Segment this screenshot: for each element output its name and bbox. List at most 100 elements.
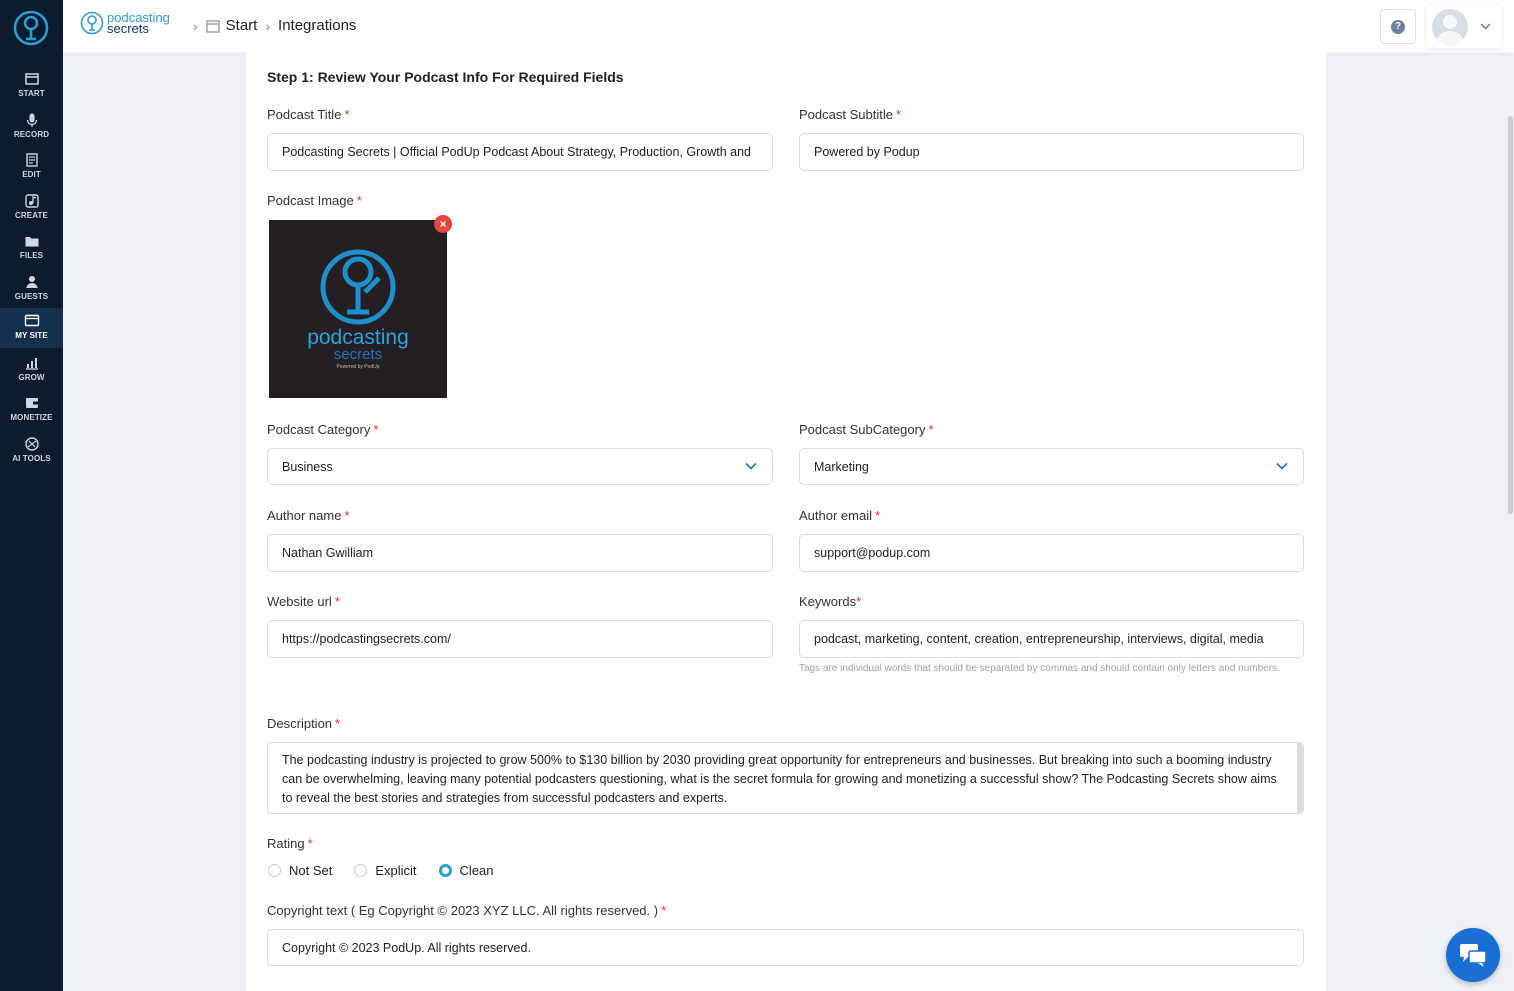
textarea-value: The podcasting industry is projected to … bbox=[282, 753, 1277, 805]
input-value: podcast, marketing, content, creation, e… bbox=[814, 632, 1264, 646]
sidebar-item-record[interactable]: RECORD bbox=[0, 107, 63, 147]
sidebar-item-label: EDIT bbox=[22, 170, 41, 179]
podcast-subtitle-label: Podcast Subtitle * bbox=[799, 107, 901, 122]
author-email-label: Author email * bbox=[799, 508, 880, 523]
help-button[interactable]: ? bbox=[1380, 9, 1416, 44]
author-email-input[interactable]: support@podup.com bbox=[799, 534, 1304, 572]
author-name-input[interactable]: Nathan Gwilliam bbox=[267, 534, 773, 572]
textarea-scrollbar[interactable] bbox=[1297, 743, 1303, 813]
podup-logo-icon[interactable] bbox=[12, 9, 50, 47]
input-value: Podcasting Secrets | Official PodUp Podc… bbox=[282, 145, 752, 159]
copyright-label: Copyright text ( Eg Copyright © 2023 XYZ… bbox=[267, 903, 666, 918]
cover-tagline: Powered by PodUp bbox=[336, 364, 379, 370]
website-url-input[interactable]: https://podcastingsecrets.com/ bbox=[267, 620, 773, 658]
required-mark: * bbox=[356, 193, 362, 208]
chat-icon bbox=[1460, 944, 1487, 967]
radio-circle-checked-icon bbox=[438, 864, 452, 877]
sidebar-item-create[interactable]: CREATE bbox=[0, 188, 63, 228]
sidebar-item-edit[interactable]: EDIT bbox=[0, 147, 63, 187]
label-text: Podcast Image bbox=[267, 193, 354, 208]
label-text: Podcast SubCategory bbox=[799, 422, 926, 437]
rating-radio-group: Not Set Explicit Clean bbox=[268, 863, 516, 878]
sidebar-item-grow[interactable]: GROW bbox=[0, 350, 63, 390]
rating-not-set-radio[interactable]: Not Set bbox=[268, 863, 332, 878]
podcast-category-select[interactable]: Business bbox=[267, 448, 773, 485]
chevron-down-icon bbox=[745, 462, 757, 470]
required-mark: * bbox=[928, 422, 934, 437]
radio-label: Explicit bbox=[375, 863, 417, 878]
input-value: support@podup.com bbox=[814, 546, 931, 560]
page-scrollbar[interactable] bbox=[1508, 116, 1513, 514]
breadcrumb: › Start › Integrations bbox=[185, 17, 356, 34]
podcast-subcategory-select[interactable]: Marketing bbox=[799, 448, 1304, 485]
label-text: Author email bbox=[799, 508, 872, 523]
site-icon bbox=[24, 314, 39, 327]
required-mark: * bbox=[895, 107, 902, 122]
monetize-icon bbox=[25, 398, 38, 408]
podcast-image-label: Podcast Image * bbox=[267, 193, 362, 208]
radio-circle-icon bbox=[268, 864, 281, 877]
podcast-title-input[interactable]: Podcasting Secrets | Official PodUp Podc… bbox=[267, 133, 773, 171]
avatar bbox=[1432, 8, 1468, 45]
sidebar-item-my-site[interactable]: MY SITE bbox=[0, 308, 63, 348]
keywords-input[interactable]: podcast, marketing, content, creation, e… bbox=[799, 620, 1304, 658]
breadcrumb-integrations: Integrations bbox=[278, 17, 357, 34]
guests-icon bbox=[26, 276, 37, 288]
radio-label: Clean bbox=[459, 863, 494, 878]
podcast-category-label: Podcast Category * bbox=[267, 422, 378, 437]
breadcrumb-start[interactable]: Start bbox=[226, 17, 258, 34]
sidebar-item-start[interactable]: START bbox=[0, 66, 63, 106]
required-mark: * bbox=[335, 716, 341, 731]
top-header: podcasting secrets › Start › Integration… bbox=[63, 0, 1514, 53]
breadcrumb-separator-icon: › bbox=[193, 17, 198, 34]
edit-icon bbox=[25, 153, 38, 167]
folder-icon bbox=[25, 237, 38, 247]
required-mark: * bbox=[344, 508, 350, 523]
brand-logo[interactable]: podcasting secrets bbox=[80, 11, 170, 35]
copyright-input[interactable]: Copyright © 2023 PodUp. All rights reser… bbox=[267, 929, 1304, 966]
chevron-down-icon bbox=[1480, 21, 1491, 33]
ai-icon bbox=[24, 437, 39, 451]
podcast-title-label: Podcast Title * bbox=[267, 107, 350, 122]
required-mark: * bbox=[344, 107, 350, 122]
description-textarea[interactable]: The podcasting industry is projected to … bbox=[267, 742, 1304, 814]
sidebar-item-label: AI TOOLS bbox=[12, 454, 51, 463]
select-value: Business bbox=[282, 459, 333, 474]
radio-circle-icon bbox=[354, 864, 368, 877]
sidebar-item-ai-tools[interactable]: AI TOOLS bbox=[0, 431, 63, 471]
sidebar-item-label: FILES bbox=[19, 251, 44, 260]
sidebar-item-label: GROW bbox=[18, 373, 45, 382]
sidebar-item-label: GUESTS bbox=[14, 292, 49, 301]
required-mark: * bbox=[334, 594, 340, 609]
rating-explicit-radio[interactable]: Explicit bbox=[354, 863, 417, 878]
cover-subtitle: secrets bbox=[334, 346, 382, 363]
label-text: Podcast Title bbox=[267, 107, 342, 122]
start-icon bbox=[24, 73, 39, 85]
website-url-label: Website url * bbox=[267, 594, 340, 609]
sidebar-item-label: START bbox=[18, 89, 45, 98]
required-mark: * bbox=[307, 836, 313, 851]
podcast-subtitle-input[interactable]: Powered by Podup bbox=[799, 133, 1304, 171]
chart-icon bbox=[25, 358, 38, 370]
sidebar-item-guests[interactable]: GUESTS bbox=[0, 269, 63, 309]
sidebar-item-monetize[interactable]: MONETIZE bbox=[0, 390, 63, 430]
required-mark: * bbox=[856, 594, 862, 609]
remove-image-button[interactable]: × bbox=[434, 215, 452, 233]
label-text: Website url bbox=[267, 594, 332, 609]
sidebar-item-files[interactable]: FILES bbox=[0, 228, 63, 268]
podcast-image[interactable]: podcasting secrets Powered by PodUp bbox=[269, 220, 447, 398]
input-value: Powered by Podup bbox=[814, 145, 920, 159]
create-icon bbox=[24, 194, 39, 208]
label-text: Podcast Category bbox=[267, 422, 371, 437]
rating-clean-radio[interactable]: Clean bbox=[438, 863, 494, 878]
label-text: Copyright text ( Eg Copyright © 2023 XYZ… bbox=[267, 903, 659, 918]
chat-button[interactable] bbox=[1446, 928, 1500, 982]
sidebar-item-label: MONETIZE bbox=[10, 413, 53, 422]
user-menu-button[interactable] bbox=[1426, 5, 1502, 48]
sidebar-item-label: RECORD bbox=[13, 130, 50, 139]
podcast-cover-art: podcasting secrets Powered by PodUp bbox=[307, 249, 409, 370]
sidebar-item-label: MY SITE bbox=[15, 331, 48, 340]
sidebar-item-label: CREATE bbox=[15, 211, 48, 220]
chevron-down-icon bbox=[1276, 462, 1288, 470]
input-value: https://podcastingsecrets.com/ bbox=[282, 632, 451, 646]
